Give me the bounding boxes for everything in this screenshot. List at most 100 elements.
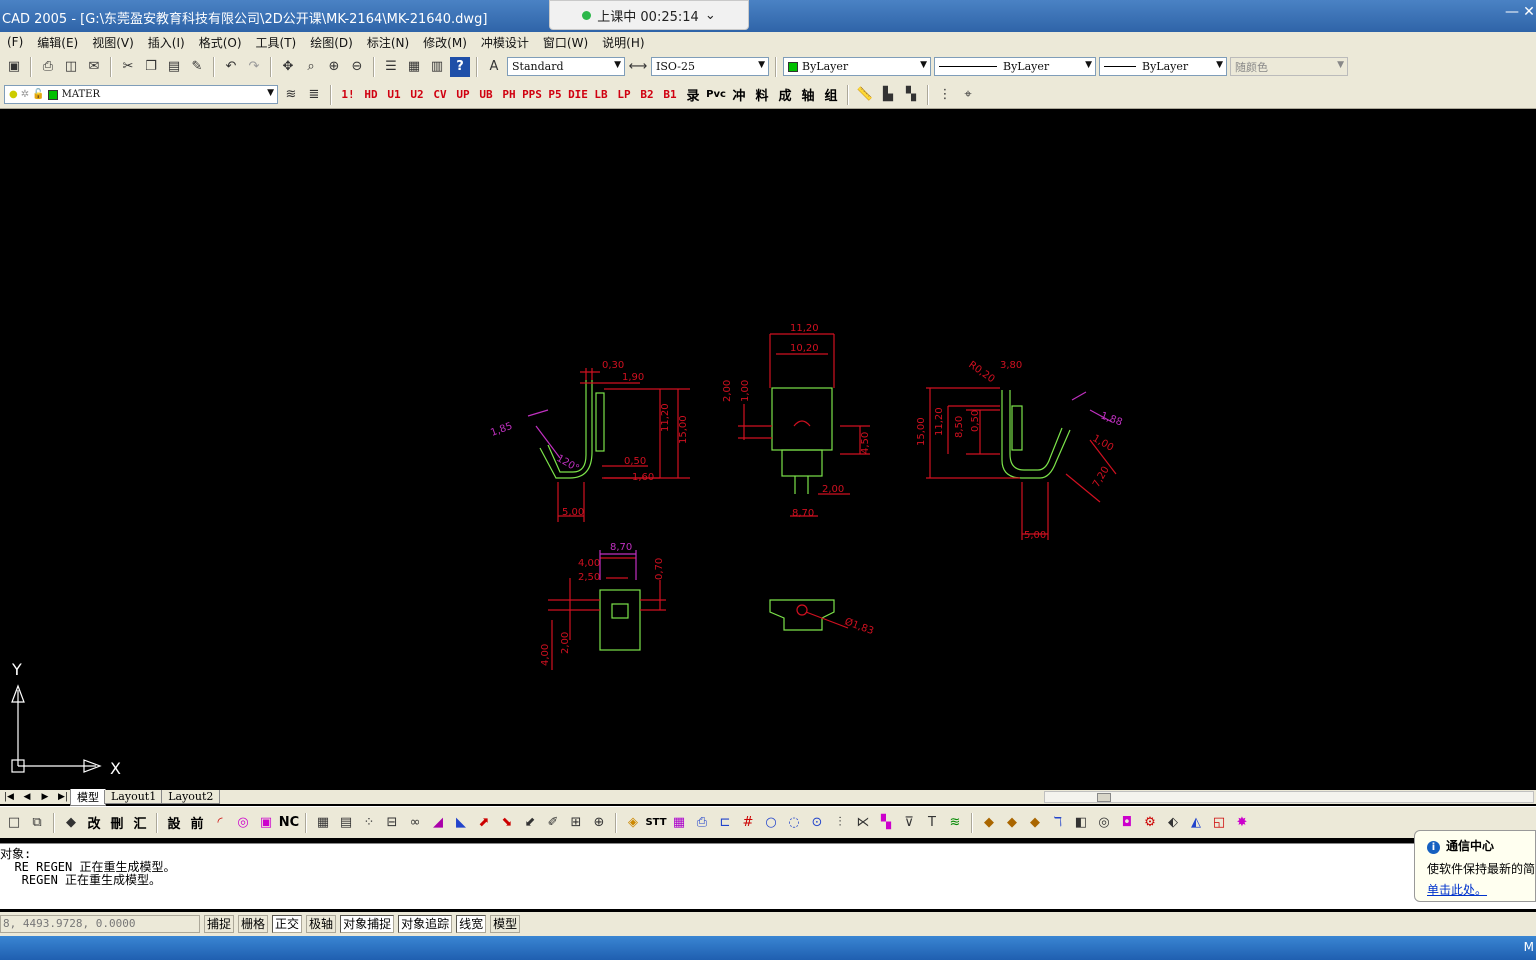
polar-toggle[interactable]: 极轴: [306, 915, 337, 933]
insert-icon[interactable]: ⬋: [520, 813, 540, 833]
plugin-button-u1[interactable]: U1: [384, 85, 404, 105]
plugin-button-form[interactable]: 成: [775, 85, 795, 105]
plugin-button-1[interactable]: 1!: [338, 85, 358, 105]
menu-window[interactable]: 窗口(W): [536, 34, 595, 51]
drawing-canvas[interactable]: 0,30 1,90 11,20 15,00 0,50 1,60 5,00 120…: [0, 110, 1536, 790]
bars-icon[interactable]: ⫶: [830, 813, 850, 833]
layer-tool-icon[interactable]: ◈: [623, 813, 643, 833]
plugin-button-p5[interactable]: P5: [545, 85, 565, 105]
offset-icon[interactable]: ⊟: [382, 813, 402, 833]
lineweight-toggle[interactable]: 线宽: [456, 915, 487, 933]
plugin-button-b2[interactable]: B2: [637, 85, 657, 105]
tab-layout1[interactable]: Layout1: [104, 790, 164, 804]
chain-icon[interactable]: ∞: [405, 813, 425, 833]
wblock-icon[interactable]: ⬊: [497, 813, 517, 833]
circle-dot-icon[interactable]: ⊙: [807, 813, 827, 833]
dim-style-select[interactable]: ISO-25 ▼: [651, 57, 769, 76]
plugin-button-axis[interactable]: 轴: [798, 85, 818, 105]
block-icon[interactable]: ⧉: [27, 813, 47, 833]
plugin-button-cv[interactable]: CV: [430, 85, 450, 105]
target-icon[interactable]: ◎: [233, 813, 253, 833]
lineweight-select[interactable]: ByLayer ▼: [1099, 57, 1227, 76]
blocks-icon[interactable]: ▚: [876, 813, 896, 833]
plugin-button-group[interactable]: 组: [821, 85, 841, 105]
horizontal-scrollbar[interactable]: [1044, 791, 1534, 803]
tool-2-icon[interactable]: ◆: [1002, 813, 1022, 833]
print-preview-icon[interactable]: ◫: [61, 57, 81, 77]
undo-icon[interactable]: ↶: [221, 57, 241, 77]
ruler-icon[interactable]: 📏: [855, 85, 875, 105]
communication-center-balloon[interactable]: i 通信中心 使软件保持最新的简 单击此处。: [1414, 830, 1536, 902]
plugin-button-stt[interactable]: STT: [645, 813, 666, 833]
list-icon[interactable]: ⋮: [935, 85, 955, 105]
tab-model[interactable]: 模型: [70, 788, 106, 806]
stack-icon[interactable]: ≋: [945, 813, 965, 833]
plugin-button-lb[interactable]: LB: [591, 85, 611, 105]
grid-icon[interactable]: ⊞: [566, 813, 586, 833]
properties-icon[interactable]: ☰: [381, 57, 401, 77]
redo-icon[interactable]: ↷: [244, 57, 264, 77]
zoom-window-icon[interactable]: ⊕: [324, 57, 344, 77]
tool-6-icon[interactable]: ◎: [1094, 813, 1114, 833]
paste-icon[interactable]: ▤: [164, 57, 184, 77]
layer-state-icon[interactable]: ▙: [878, 85, 898, 105]
recording-indicator[interactable]: 上课中 00:25:14 ⌄: [549, 0, 749, 30]
plugin-button-setup[interactable]: 設: [164, 813, 184, 833]
inquiry-icon[interactable]: ⌖: [958, 85, 978, 105]
tool-5-icon[interactable]: ◧: [1071, 813, 1091, 833]
layer-manager-icon[interactable]: ≋: [281, 85, 301, 105]
step-icon[interactable]: ⊏: [715, 813, 735, 833]
trim-icon[interactable]: ⋉: [853, 813, 873, 833]
tool-10-icon[interactable]: ◭: [1186, 813, 1206, 833]
tool-7-icon[interactable]: ◘: [1117, 813, 1137, 833]
zoom-realtime-icon[interactable]: ⌕: [301, 57, 321, 77]
scrollbar-thumb[interactable]: [1097, 793, 1111, 802]
hook-icon[interactable]: ℸ: [1048, 813, 1068, 833]
menu-help[interactable]: 说明(H): [595, 34, 651, 51]
plugin-button-delete[interactable]: 刪: [107, 813, 127, 833]
plugin-button-b1[interactable]: B1: [660, 85, 680, 105]
first-tab-icon[interactable]: |◀: [0, 792, 18, 802]
square-target-icon[interactable]: ▣: [256, 813, 276, 833]
coordinates-display[interactable]: 8, 4493.9728, 0.0000: [0, 915, 200, 933]
menu-die-design[interactable]: 冲模设计: [474, 34, 536, 51]
draw-icon[interactable]: ◣: [451, 813, 471, 833]
tab-layout2[interactable]: Layout2: [161, 790, 221, 804]
plugin-button-lp[interactable]: LP: [614, 85, 634, 105]
tool-11-icon[interactable]: ◱: [1209, 813, 1229, 833]
prev-tab-icon[interactable]: ◀: [18, 792, 36, 802]
hash-icon[interactable]: #: [738, 813, 758, 833]
plugin-button-pvc[interactable]: Pvc: [706, 85, 726, 105]
grid-pattern-icon[interactable]: ▦: [669, 813, 689, 833]
linetype-select[interactable]: ByLayer ▼: [934, 57, 1096, 76]
export-icon[interactable]: ⬈: [474, 813, 494, 833]
plugin-button-front[interactable]: 前: [187, 813, 207, 833]
plugin-button-modify[interactable]: 改: [84, 813, 104, 833]
printer-icon[interactable]: ⎙: [692, 813, 712, 833]
pencil-icon[interactable]: ✐: [543, 813, 563, 833]
text-edit-icon[interactable]: T: [922, 813, 942, 833]
color-select[interactable]: ByLayer ▼: [783, 57, 931, 76]
osnap-toggle[interactable]: 对象捕捉: [340, 915, 395, 933]
menu-insert[interactable]: 插入(I): [141, 34, 192, 51]
layer-select[interactable]: ● ✲ 🔓 MATER ▼: [4, 85, 278, 104]
plugin-button-ph[interactable]: PH: [499, 85, 519, 105]
model-toggle[interactable]: 模型: [490, 915, 521, 933]
design-center-icon[interactable]: ▦: [404, 57, 424, 77]
add-circle-icon[interactable]: ⊕: [589, 813, 609, 833]
copy-icon[interactable]: ❐: [141, 57, 161, 77]
tool-8-icon[interactable]: ⚙: [1140, 813, 1160, 833]
plugin-button-punch[interactable]: 冲: [729, 85, 749, 105]
tool-12-icon[interactable]: ✸: [1232, 813, 1252, 833]
text-style-select[interactable]: Standard ▼: [507, 57, 625, 76]
erase-icon[interactable]: ◢: [428, 813, 448, 833]
tool-1-icon[interactable]: ◆: [979, 813, 999, 833]
plugin-button-hd[interactable]: HD: [361, 85, 381, 105]
filter-icon[interactable]: ⊽: [899, 813, 919, 833]
ortho-toggle[interactable]: 正交: [272, 915, 303, 933]
plugin-button-record[interactable]: 录: [683, 85, 703, 105]
zoom-previous-icon[interactable]: ⊖: [347, 57, 367, 77]
next-tab-icon[interactable]: ▶: [36, 792, 54, 802]
rectangle-icon[interactable]: □: [4, 813, 24, 833]
menu-format[interactable]: 格式(O): [192, 34, 249, 51]
